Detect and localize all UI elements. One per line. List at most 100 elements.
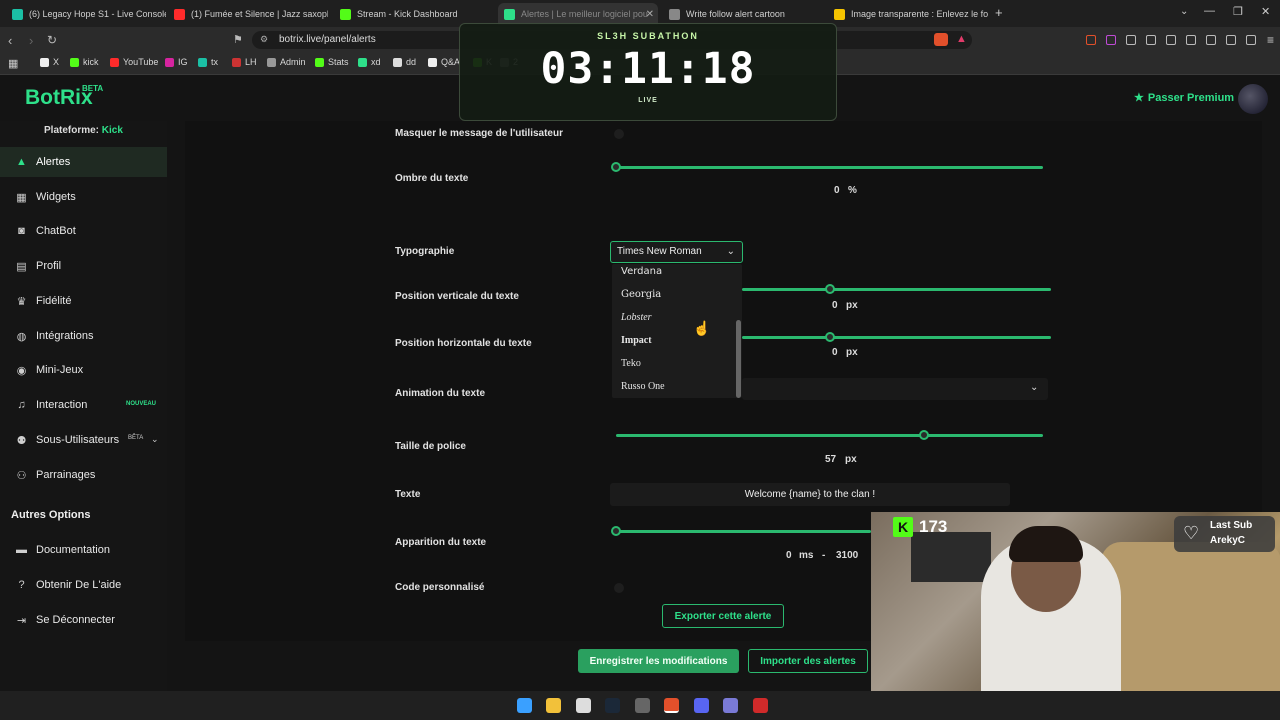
avatar[interactable]: [1238, 84, 1268, 114]
hide-message-toggle[interactable]: [614, 129, 624, 139]
bookmark-item[interactable]: Admin: [267, 57, 306, 67]
steam-icon[interactable]: [605, 698, 620, 713]
vertical-position-slider-handle[interactable]: [825, 284, 835, 294]
beta-badge: BÊTA: [128, 435, 144, 441]
sidebar-item-chatbot[interactable]: ◙ ChatBot: [0, 216, 167, 246]
app-icon[interactable]: [576, 698, 591, 713]
reading-list-icon[interactable]: [1166, 35, 1176, 45]
bookmark-item[interactable]: Stats: [315, 57, 349, 67]
sidebar-item-help[interactable]: ? Obtenir De L'aide: [0, 570, 167, 600]
app-icon[interactable]: [753, 698, 768, 713]
alert-icon: ▲: [16, 156, 27, 168]
bookmark-item[interactable]: Q&A: [428, 57, 460, 67]
sidebar-item-alertes[interactable]: ▲ Alertes: [0, 147, 167, 177]
extension-icon[interactable]: [1106, 35, 1116, 45]
vertical-position-unit: px: [846, 300, 858, 311]
vpn-icon[interactable]: [1246, 35, 1256, 45]
wallet-icon[interactable]: [1206, 35, 1216, 45]
trophy-icon: ♛: [16, 295, 27, 308]
browser-tab[interactable]: (6) Legacy Hope S1 - Live Console: [6, 3, 166, 25]
text-appearance-slider[interactable]: [616, 530, 871, 533]
browser-tab[interactable]: Write follow alert cartoon: [663, 3, 823, 25]
bookmark-item[interactable]: IG: [165, 57, 188, 67]
export-alert-button[interactable]: Exporter cette alerte: [662, 604, 784, 628]
sidebar-item-parrainages[interactable]: ⚇ Parrainages: [0, 460, 167, 490]
browser-tab-active[interactable]: Alertes | Le meilleur logiciel pou ✕: [498, 3, 658, 25]
font-option[interactable]: Teko: [621, 358, 641, 369]
font-option[interactable]: Russo One: [621, 381, 665, 392]
vertical-position-slider[interactable]: [742, 288, 1051, 291]
app-icon[interactable]: [723, 698, 738, 713]
font-size-slider-handle[interactable]: [919, 430, 929, 440]
save-changes-button[interactable]: Enregistrer les modifications: [578, 649, 739, 673]
tab-list-icon[interactable]: ⌄: [1180, 6, 1188, 17]
bookmark-item[interactable]: xd: [358, 57, 381, 67]
site-info-icon[interactable]: ⚙: [260, 34, 268, 45]
close-tab-icon[interactable]: ✕: [646, 9, 654, 20]
hand-cursor-icon: ☝: [693, 320, 711, 336]
sidebar-item-mini-jeux[interactable]: ◉ Mini-Jeux: [0, 355, 167, 385]
obs-icon[interactable]: [635, 698, 650, 713]
bookmark-icon[interactable]: ⚑: [233, 33, 243, 46]
new-badge: NOUVEAU: [126, 401, 157, 407]
apps-grid-icon[interactable]: ▦: [8, 57, 18, 70]
alert-text-input[interactable]: Welcome {name} to the clan !: [610, 483, 1010, 506]
text-appearance-start-handle[interactable]: [611, 526, 621, 536]
browser-tab[interactable]: (1) Fumée et Silence | Jazz saxoph: [168, 3, 328, 25]
streamer-figure: [1009, 526, 1083, 562]
reload-icon[interactable]: ↻: [47, 33, 57, 47]
extension-icon[interactable]: [1086, 35, 1096, 45]
extensions-icon[interactable]: [1126, 35, 1136, 45]
discord-icon[interactable]: [694, 698, 709, 713]
back-icon[interactable]: ‹: [8, 33, 12, 48]
close-window-icon[interactable]: ✕: [1261, 5, 1270, 18]
menu-icon[interactable]: ≡: [1267, 33, 1274, 47]
browser-tab[interactable]: Stream - Kick Dashboard: [334, 3, 494, 25]
sidebar-item-widgets[interactable]: ▦ Widgets: [0, 182, 167, 212]
chevron-down-icon[interactable]: ⌄: [151, 434, 159, 445]
bookmark-item[interactable]: X: [40, 57, 59, 67]
bookmark-item[interactable]: kick: [70, 57, 99, 67]
horizontal-position-slider-handle[interactable]: [825, 332, 835, 342]
sidebar-item-documentation[interactable]: ▬ Documentation: [0, 535, 167, 565]
kick-icon: [340, 8, 351, 20]
dropdown-scrollbar[interactable]: [736, 320, 741, 398]
download-icon[interactable]: [1146, 35, 1156, 45]
referral-icon: ⚇: [16, 469, 27, 482]
maximize-icon[interactable]: ❐: [1233, 5, 1243, 18]
typography-select[interactable]: Times New Roman ⌄: [610, 241, 743, 263]
browser-tab[interactable]: Image transparente : Enlevez le fond: [828, 3, 988, 25]
leo-ai-icon[interactable]: [1226, 35, 1236, 45]
subathon-title: SL3H SUBATHON: [597, 31, 699, 41]
font-size-slider[interactable]: [616, 434, 1043, 437]
import-alerts-button[interactable]: Importer des alertes: [748, 649, 868, 673]
sidebar-item-fidelite[interactable]: ♛ Fidélité: [0, 286, 167, 316]
horizontal-position-slider[interactable]: [742, 336, 1051, 339]
last-sub-title: Last Sub: [1210, 520, 1253, 531]
font-option[interactable]: Verdana: [621, 266, 662, 277]
file-explorer-icon[interactable]: [546, 698, 561, 713]
brave-rewards-icon[interactable]: ▲: [956, 33, 967, 45]
bookmark-item[interactable]: YouTube: [110, 57, 158, 67]
brave-icon[interactable]: [664, 698, 679, 713]
bookmark-item[interactable]: LH: [232, 57, 257, 67]
forward-icon[interactable]: ›: [29, 33, 33, 48]
font-option[interactable]: Georgia: [621, 289, 661, 300]
bookmark-item[interactable]: dd: [393, 57, 416, 67]
sidebar-item-profil[interactable]: ▤ Profil: [0, 251, 167, 281]
windows-start-icon[interactable]: [517, 698, 532, 713]
text-shadow-slider-handle[interactable]: [611, 162, 621, 172]
brave-shield-icon[interactable]: [934, 33, 948, 46]
text-animation-select[interactable]: ⌄: [742, 378, 1048, 400]
minimize-icon[interactable]: —: [1204, 5, 1215, 17]
bookmark-item[interactable]: tx: [198, 57, 218, 67]
premium-button[interactable]: ★ Passer Premium: [1134, 91, 1234, 105]
text-shadow-slider[interactable]: [616, 166, 1043, 169]
sidebar-item-integrations[interactable]: ◍ Intégrations: [0, 321, 167, 351]
sidebar-toggle-icon[interactable]: [1186, 35, 1196, 45]
custom-code-toggle[interactable]: [614, 583, 624, 593]
font-option[interactable]: Lobster: [621, 312, 652, 323]
sidebar-item-logout[interactable]: ⇥ Se Déconnecter: [0, 605, 167, 635]
new-tab-button[interactable]: +: [995, 5, 1003, 20]
font-option[interactable]: Impact: [621, 335, 652, 346]
